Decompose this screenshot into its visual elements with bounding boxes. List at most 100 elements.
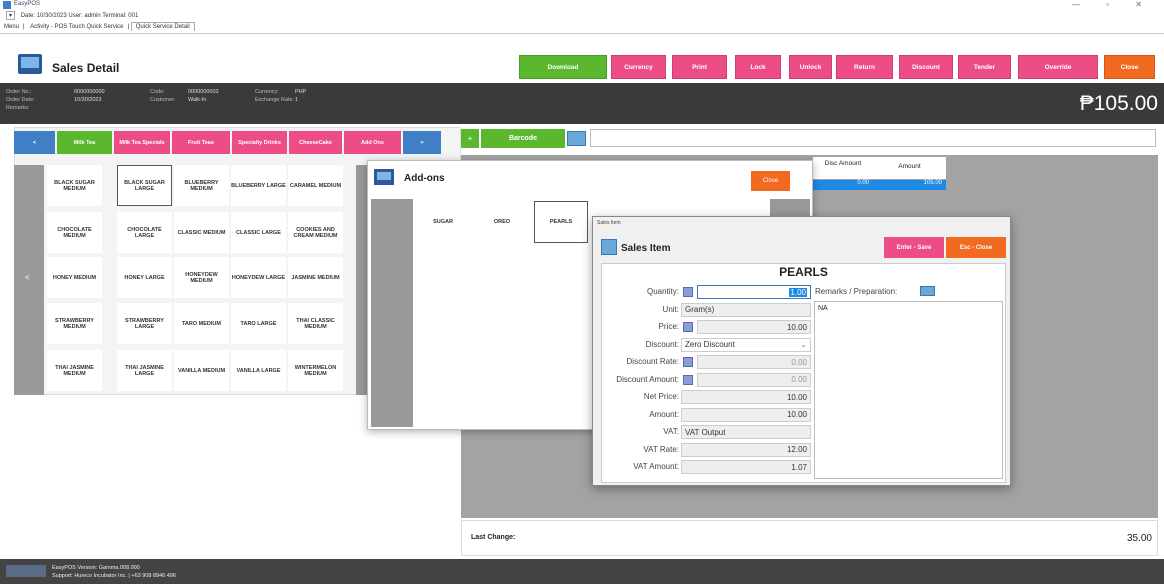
discount-rate-label: Discount Rate: xyxy=(626,357,679,366)
addon-tile[interactable]: SUGAR xyxy=(416,201,470,243)
discount-amount-label: Discount Amount: xyxy=(616,374,679,384)
amount-header: Amount xyxy=(873,157,946,179)
product-tile[interactable]: BLACK SUGAR MEDIUM xyxy=(47,165,102,206)
discount-label: Discount: xyxy=(645,339,679,349)
product-tile[interactable]: HONEYDEW LARGE xyxy=(231,257,286,298)
unlock-button[interactable]: Unlock xyxy=(789,55,832,79)
net-price-field: 10.00 xyxy=(681,390,811,404)
line-amount[interactable]: 105.00 xyxy=(873,180,946,190)
download-button[interactable]: Download xyxy=(519,55,607,79)
session-text: Date: 10/30/2023 User: admin Terminal: 0… xyxy=(20,13,139,19)
calculator-icon[interactable] xyxy=(683,287,693,297)
category-cheesecake[interactable]: CheeseCake xyxy=(289,131,342,154)
product-tile[interactable]: CLASSIC MEDIUM xyxy=(174,212,229,253)
product-tile[interactable]: BLUEBERRY LARGE xyxy=(231,165,286,206)
product-tile[interactable]: THAI JASMINE MEDIUM xyxy=(47,350,102,391)
barcode-button[interactable]: Barcode xyxy=(481,129,565,148)
product-tile[interactable]: BLUEBERRY MEDIUM xyxy=(174,165,229,206)
product-tile[interactable]: COOKIES AND CREAM MEDIUM xyxy=(288,212,343,253)
quantity-field[interactable]: 1.00 xyxy=(697,285,811,299)
support-text: Support: Hureco Incubator Inc. | +63 908… xyxy=(52,573,176,579)
barcode-icon xyxy=(567,131,586,146)
product-tile[interactable]: STRAWBERRY LARGE xyxy=(117,303,172,344)
category-specialty-drinks[interactable]: Specialty Drinks xyxy=(232,131,287,154)
unit-label: Unit: xyxy=(662,304,679,314)
product-tile[interactable]: THAI CLASSIC MEDIUM xyxy=(288,303,343,344)
amount-value: 10.00 xyxy=(786,410,807,419)
order-info-bar: Order No.: Order Date: Remarks: 00000000… xyxy=(0,83,1164,124)
discount-select[interactable]: Zero Discount ⌄ xyxy=(681,337,811,352)
tab-quick-service-detail[interactable]: Quick Service Detail xyxy=(130,22,195,31)
discount-button[interactable]: Discount xyxy=(899,55,953,79)
override-button[interactable]: Override xyxy=(1018,55,1098,79)
product-tile[interactable]: CHOCOLATE MEDIUM xyxy=(47,212,102,253)
product-tile[interactable]: TARO MEDIUM xyxy=(174,303,229,344)
net-price-label: Net Price: xyxy=(643,392,679,401)
product-tile[interactable]: HONEY MEDIUM xyxy=(47,257,102,298)
remarks-textarea[interactable]: NA xyxy=(814,301,1003,479)
vat-amount-label: VAT Amount: xyxy=(633,462,679,471)
product-tile[interactable]: CLASSIC LARGE xyxy=(231,212,286,253)
addons-prev-button[interactable] xyxy=(371,199,413,427)
addon-tile[interactable]: OREO xyxy=(475,201,529,243)
price-value: 10.00 xyxy=(786,322,807,332)
exchange-label: Exchange Rate: xyxy=(255,97,295,103)
product-tile[interactable]: JASMINE MEDIUM xyxy=(288,257,343,298)
product-tile[interactable]: THAI JASMINE LARGE xyxy=(117,350,172,391)
product-tile[interactable]: HONEYDEW MEDIUM xyxy=(174,257,229,298)
discount-rate-field: 0.00 xyxy=(697,355,811,369)
product-tile[interactable]: CARAMEL MEDIUM xyxy=(288,165,343,206)
lock-button[interactable]: Lock xyxy=(735,55,781,79)
customer: Walk-In xyxy=(188,97,207,103)
prev-page-button[interactable]: < xyxy=(14,165,44,395)
product-tile[interactable]: STRAWBERRY MEDIUM xyxy=(47,303,102,344)
category-next[interactable]: > xyxy=(403,131,441,154)
tab-menu[interactable]: Menu xyxy=(0,23,23,31)
disc-amount-header: Disc Amount xyxy=(813,157,873,179)
tab-activity[interactable]: Activity - POS Touch Quick Service xyxy=(26,23,127,31)
price-label: Price: xyxy=(658,322,679,331)
tab-strip: Menu | Activity - POS Touch Quick Service… xyxy=(0,22,1164,34)
product-tile[interactable]: WINTERMELON MEDIUM xyxy=(288,350,343,391)
order-date: 10/30/2023 xyxy=(74,97,102,103)
remarks-label: Remarks: xyxy=(6,105,30,111)
item-name: PEARLS xyxy=(779,265,828,279)
barcode-input[interactable] xyxy=(590,129,1156,147)
page-title: Sales Detail xyxy=(52,61,120,75)
vat-value: VAT Output xyxy=(685,427,726,437)
line-disc-amount[interactable]: 0.00 xyxy=(813,180,873,190)
category-prev[interactable]: < xyxy=(14,131,55,154)
calculator-icon[interactable] xyxy=(683,374,693,385)
product-tile[interactable]: BLACK SUGAR LARGE xyxy=(117,165,172,206)
return-button[interactable]: Return xyxy=(836,55,893,79)
product-tile[interactable]: TARO LARGE xyxy=(231,303,286,344)
chevron-down-icon[interactable]: ▾ xyxy=(6,11,16,20)
print-button[interactable]: Print xyxy=(672,55,727,79)
product-tile[interactable]: VANILLA LARGE xyxy=(231,350,286,391)
discount-value: Zero Discount xyxy=(685,340,735,349)
addon-tile[interactable]: PEARLS xyxy=(534,201,588,243)
currency-button[interactable]: Currency xyxy=(611,55,666,79)
window-controls[interactable]: — ▫ ✕ xyxy=(1072,0,1154,9)
tender-button[interactable]: Tender xyxy=(958,55,1011,79)
category-add-ons[interactable]: Add Ons xyxy=(344,131,401,154)
close-button[interactable]: Close xyxy=(1104,55,1155,79)
monitor-icon xyxy=(374,169,394,185)
chevron-down-icon: ⌄ xyxy=(800,340,807,349)
calculator-icon[interactable] xyxy=(683,357,693,367)
calculator-icon[interactable] xyxy=(683,322,693,332)
add-item-button[interactable]: + xyxy=(461,129,479,148)
save-button[interactable]: Enter - Save xyxy=(884,237,944,258)
product-tile[interactable]: VANILLA MEDIUM xyxy=(174,350,229,391)
product-tile[interactable]: CHOCOLATE LARGE xyxy=(117,212,172,253)
addons-close-button[interactable]: Close xyxy=(751,171,790,191)
addons-title: Add-ons xyxy=(404,173,445,184)
keyboard-icon[interactable] xyxy=(920,286,935,296)
code-label: Code: xyxy=(150,89,165,95)
category-milk-tea-specials[interactable]: Milk Tea Specials xyxy=(114,131,170,154)
category-fruit-teas[interactable]: Fruit Teas xyxy=(172,131,230,154)
amount-label: Amount: xyxy=(649,409,679,419)
product-tile[interactable]: HONEY LARGE xyxy=(117,257,172,298)
category-milk-tea[interactable]: Milk Tea xyxy=(57,131,112,154)
close-button[interactable]: Esc - Close xyxy=(946,237,1006,258)
